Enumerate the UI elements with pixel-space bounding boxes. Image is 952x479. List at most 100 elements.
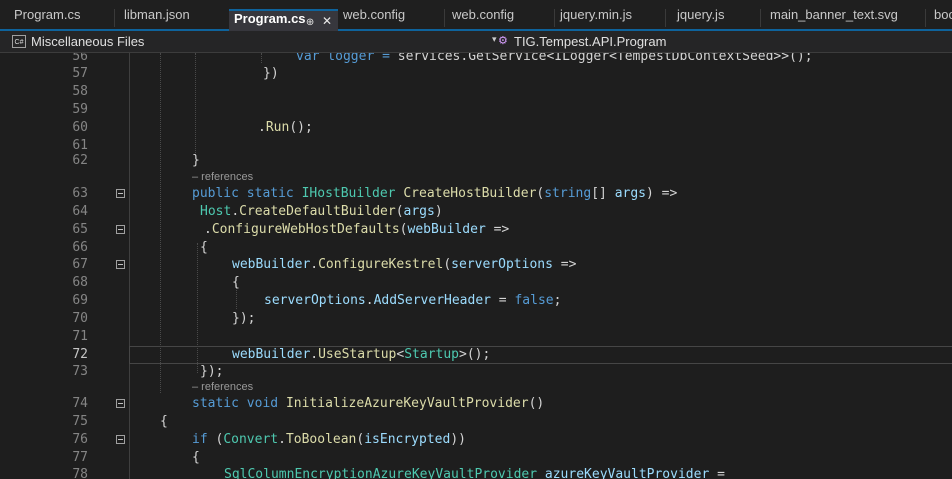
line-number: 71 <box>72 329 88 344</box>
tab-program-cs-active[interactable]: Program.cs ⊕ ✕ <box>229 9 338 31</box>
code-token: args <box>403 204 435 219</box>
codelens-references[interactable]: – references <box>192 380 253 394</box>
code-line[interactable]: 58 <box>0 83 952 101</box>
code-line[interactable]: 60 .Run(); <box>0 119 952 137</box>
code-line[interactable]: 78 SqlColumnEncryptionAzureKeyVaultProvid… <box>0 466 952 479</box>
code-token: ( <box>395 204 404 219</box>
code-token: = <box>709 467 725 479</box>
code-line[interactable]: 70}); <box>0 310 952 328</box>
code-line[interactable]: 75 { <box>0 413 952 431</box>
code-token: () <box>528 396 545 411</box>
line-number: 77 <box>72 450 88 465</box>
line-number: 66 <box>72 240 88 255</box>
code-text: { <box>200 239 208 257</box>
code-token: serverOptions <box>451 257 553 272</box>
code-token: ) <box>434 204 443 219</box>
code-text: serverOptions.AddServerHeader = false; <box>264 292 561 310</box>
code-text: } <box>192 152 200 170</box>
tab-label: web.config <box>343 7 406 22</box>
type-label: TIG.Tempest.API.Program <box>514 34 667 49</box>
codelens-references[interactable]: – references <box>192 170 253 184</box>
code-token: Startup <box>404 347 460 362</box>
collapse-icon[interactable] <box>116 399 125 408</box>
code-token: var logger = <box>296 53 398 64</box>
code-token: = <box>490 293 515 308</box>
collapse-icon[interactable] <box>116 225 125 234</box>
code-line[interactable]: 76 if (Convert.ToBoolean(isEncrypted)) <box>0 431 952 449</box>
line-number: 74 <box>72 396 88 411</box>
code-token: static <box>192 396 247 411</box>
code-text: SqlColumnEncryptionAzureKeyVaultProvider… <box>224 466 725 479</box>
type-dropdown[interactable]: ⚙ TIG.Tempest.API.Program <box>498 33 952 51</box>
tab-label: Program.cs <box>234 11 306 26</box>
line-number: 60 <box>72 120 88 135</box>
code-line[interactable]: 64 Host.CreateDefaultBuilder(args) <box>0 203 952 221</box>
code-text: webBuilder.UseStartup<Startup>(); <box>232 346 490 364</box>
collapse-icon[interactable] <box>116 260 125 269</box>
code-token: InitializeAzureKeyVaultProvider <box>285 396 529 411</box>
tab-label: boo <box>934 7 952 22</box>
code-line[interactable]: 74 static void InitializeAzureKeyVaultPro… <box>0 395 952 413</box>
code-token: Run <box>265 120 290 135</box>
code-line[interactable]: 57}) <box>0 65 952 83</box>
line-number: 69 <box>72 293 88 308</box>
code-token: )) <box>450 432 466 447</box>
code-line[interactable]: 63 public static IHostBuilder CreateHostB… <box>0 185 952 203</box>
code-token: }); <box>232 311 256 326</box>
code-line[interactable]: 77 { <box>0 449 952 467</box>
code-token: public <box>192 186 247 201</box>
collapse-icon[interactable] <box>116 189 125 198</box>
code-token: Convert <box>223 432 279 447</box>
code-line[interactable]: 67 webBuilder.ConfigureKestrel(serverOpti… <box>0 256 952 274</box>
code-line[interactable]: 68 { <box>0 274 952 292</box>
collapse-icon[interactable] <box>116 435 125 444</box>
code-token: isEncrypted <box>364 432 451 447</box>
code-token: { <box>232 275 240 290</box>
tab-jquery-js[interactable]: jquery.js <box>663 7 759 31</box>
line-number: 59 <box>72 102 88 117</box>
code-token: ConfigureWebHostDefaults <box>211 222 400 237</box>
code-line[interactable]: 71 <box>0 328 952 346</box>
code-token: args <box>614 186 646 201</box>
code-line[interactable]: 59 <box>0 101 952 119</box>
code-text: }) <box>263 65 279 83</box>
code-token: . <box>231 204 240 219</box>
code-text: { <box>192 449 200 467</box>
code-token: }) <box>263 66 279 81</box>
line-number: 57 <box>72 66 88 81</box>
code-line[interactable]: 73}); <box>0 363 952 381</box>
csharp-file-icon: C# <box>12 35 26 48</box>
code-line[interactable]: 66 { <box>0 239 952 257</box>
code-token: UseStartup <box>318 347 397 362</box>
code-token: CreateDefaultBuilder <box>239 204 396 219</box>
code-line[interactable]: 62} <box>0 152 952 170</box>
tab-boo[interactable]: boo <box>920 7 952 31</box>
tab-jquery-min-js[interactable]: jquery.min.js <box>546 7 664 31</box>
tab-web-config-2[interactable]: web.config <box>438 7 552 31</box>
pin-icon[interactable]: ⊕ <box>306 17 314 28</box>
tab-program-cs-1[interactable]: Program.cs <box>0 7 114 31</box>
code-token: azureKeyVaultProvider <box>544 467 710 479</box>
code-token: . <box>204 222 212 237</box>
code-token: serverOptions <box>264 293 366 308</box>
tab-libman-json[interactable]: libman.json <box>110 7 228 31</box>
code-text: webBuilder.ConfigureKestrel(serverOption… <box>232 256 576 274</box>
tab-web-config-1[interactable]: web.config <box>329 7 441 31</box>
code-text: static void InitializeAzureKeyVaultProvi… <box>192 395 544 413</box>
code-line[interactable]: 65 .ConfigureWebHostDefaults(webBuilder =… <box>0 221 952 239</box>
tab-label: main_banner_text.svg <box>770 7 898 22</box>
code-token: } <box>192 153 200 168</box>
code-token: CreateHostBuilder <box>403 186 537 201</box>
code-line[interactable]: 69 serverOptions.AddServerHeader = false; <box>0 292 952 310</box>
project-dropdown[interactable]: C# Miscellaneous Files ▾ <box>12 33 512 51</box>
code-token: { <box>200 240 208 255</box>
project-label: Miscellaneous Files <box>31 34 145 49</box>
code-editor[interactable]: 56 var logger = services.GetService<ILogg… <box>0 53 952 479</box>
code-token: { <box>192 450 200 465</box>
code-line[interactable]: 72 webBuilder.UseStartup<Startup>(); <box>0 346 952 364</box>
code-text: Host.CreateDefaultBuilder(args) <box>200 203 443 221</box>
code-token: webBuilder <box>232 347 311 362</box>
code-token: ConfigureKestrel <box>318 257 444 272</box>
tab-main-banner-text-svg[interactable]: main_banner_text.svg <box>756 7 924 31</box>
code-token: IHostBuilder <box>301 186 404 201</box>
